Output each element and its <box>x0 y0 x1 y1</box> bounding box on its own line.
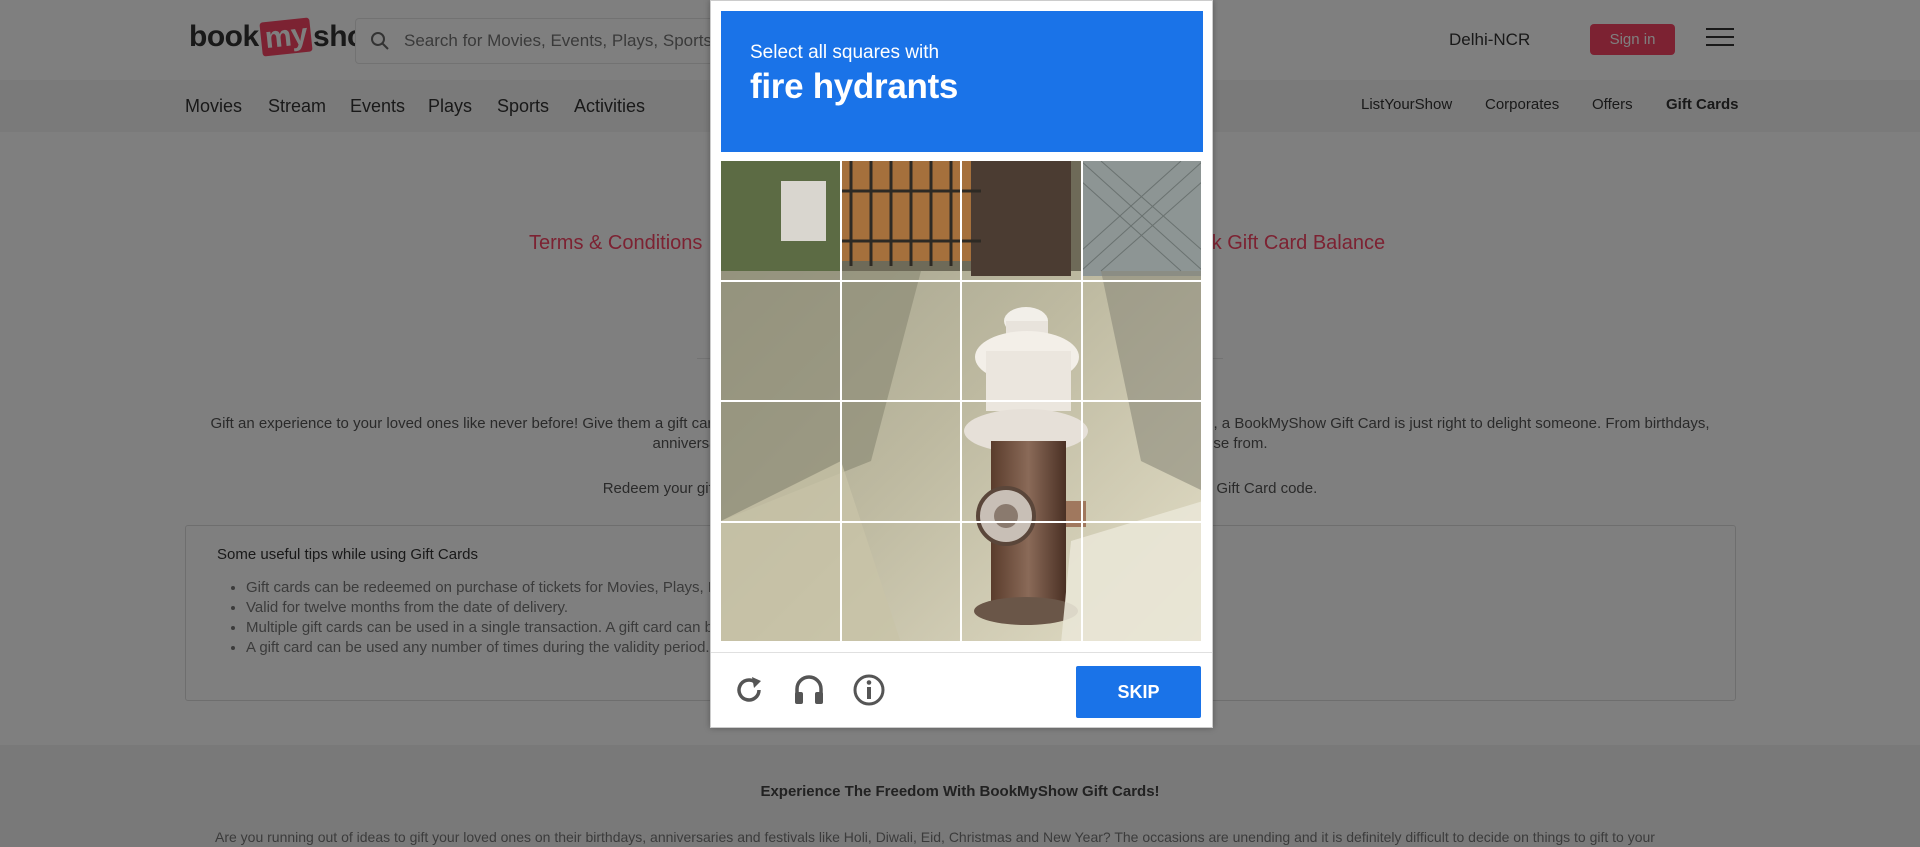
recaptcha-challenge: Select all squares with fire hydrants SK… <box>710 0 1213 728</box>
audio-challenge-icon[interactable] <box>792 673 826 707</box>
captcha-tile[interactable] <box>962 161 1083 282</box>
captcha-tile[interactable] <box>1082 161 1203 282</box>
captcha-tile[interactable] <box>962 522 1083 643</box>
captcha-tile[interactable] <box>721 402 842 523</box>
captcha-tile[interactable] <box>841 161 962 282</box>
captcha-tile[interactable] <box>1082 402 1203 523</box>
captcha-footer: SKIP <box>711 652 1212 728</box>
info-icon[interactable] <box>852 673 886 707</box>
captcha-image-grid <box>721 161 1203 643</box>
captcha-tile[interactable] <box>841 522 962 643</box>
captcha-tile[interactable] <box>962 281 1083 402</box>
captcha-tile[interactable] <box>841 402 962 523</box>
captcha-tile[interactable] <box>721 522 842 643</box>
captcha-tile[interactable] <box>962 402 1083 523</box>
captcha-tile[interactable] <box>841 281 962 402</box>
captcha-tile[interactable] <box>1082 281 1203 402</box>
captcha-tile[interactable] <box>721 281 842 402</box>
captcha-target: fire hydrants <box>750 67 959 106</box>
captcha-tile[interactable] <box>1082 522 1203 643</box>
captcha-tile[interactable] <box>721 161 842 282</box>
captcha-header: Select all squares with fire hydrants <box>721 11 1203 152</box>
reload-icon[interactable] <box>732 673 766 707</box>
captcha-instruction: Select all squares with <box>750 42 940 63</box>
skip-button[interactable]: SKIP <box>1076 666 1201 718</box>
